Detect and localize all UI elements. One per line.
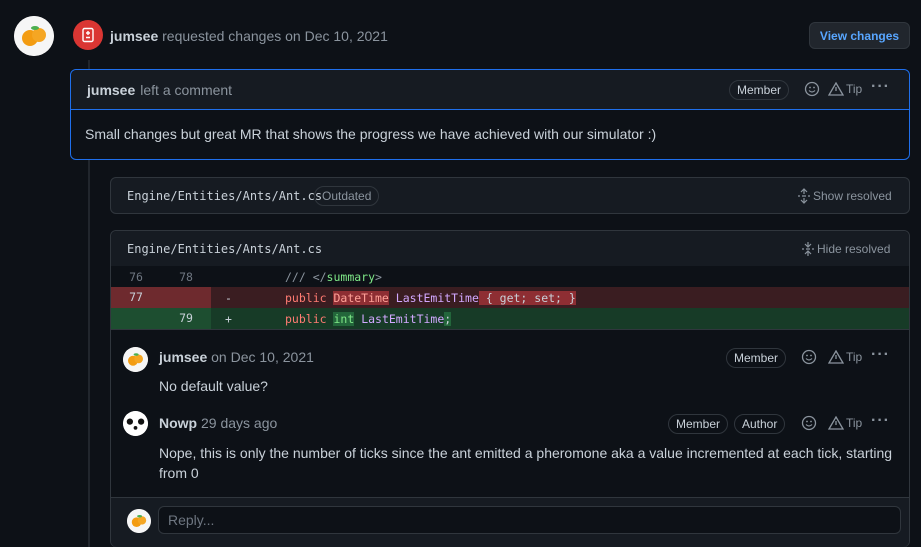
more-options-icon[interactable]: ··· [871,78,890,96]
orange-avatar-icon [14,16,54,56]
author-badge: Author [734,414,786,434]
tip-button[interactable]: Tip [828,416,862,430]
new-line-number[interactable]: 78 [161,270,211,284]
old-line-number[interactable]: 77 [111,287,161,308]
old-line-number [111,308,161,329]
member-badge: Member [726,348,787,368]
thread-comment-body: Nope, this is only the number of ticks s… [159,445,893,481]
show-resolved-label: Show resolved [813,189,892,203]
tip-icon [828,82,844,96]
tip-icon [828,350,844,364]
file-header: Engine/Entities/Ants/Ant.cs Hide resolve… [111,231,909,266]
event-date[interactable]: Dec 10, 2021 [305,28,388,44]
outdated-badge: Outdated [314,186,380,206]
thread-comment-author[interactable]: jumsee [159,349,207,365]
tip-label: Tip [846,82,863,96]
view-changes-button[interactable]: View changes [809,22,910,49]
file-box: Engine/Entities/Ants/Ant.cs Hide resolve… [110,230,910,547]
outdated-file-path[interactable]: Engine/Entities/Ants/Ant.cs [127,189,322,203]
orange-avatar-icon [127,509,151,533]
thread-comment-body: No default value? [159,378,268,394]
comment-body: Small changes but great MR that shows th… [85,126,657,142]
new-line-number [161,287,211,308]
tip-label: Tip [846,416,863,430]
event-actor[interactable]: jumsee [110,28,158,44]
fold-icon [802,242,814,256]
user-avatar[interactable] [14,16,54,56]
hide-resolved-button[interactable]: Hide resolved [801,241,890,257]
reply-input[interactable]: Reply... [158,506,901,534]
event-description: jumsee requested changes on Dec 10, 2021 [110,28,388,44]
smiley-icon[interactable] [801,415,817,431]
thread-comment-header: Nowp 29 days ago [159,415,277,431]
unfold-icon [798,188,810,204]
commenter-avatar[interactable] [123,347,148,372]
comment-author[interactable]: jumsee [87,82,135,98]
hide-resolved-label: Hide resolved [817,242,891,256]
thread-comment-meta[interactable]: 29 days ago [201,415,277,431]
more-options-icon[interactable]: ··· [871,346,890,364]
diff-sign: - [225,290,232,305]
diff-code: public DateTime LastEmitTime { get; set;… [285,290,576,305]
commenter-avatar[interactable] [123,411,148,436]
request-changes-badge [73,20,103,50]
smiley-icon[interactable] [804,81,820,97]
more-options-icon[interactable]: ··· [871,412,890,430]
comment-action: left a comment [140,81,233,98]
diff-code: public int LastEmitTime; [285,311,452,326]
member-badge: Member [668,414,729,434]
tip-icon [828,416,844,430]
show-resolved-button[interactable]: Show resolved [797,188,892,204]
tip-button[interactable]: Tip [828,82,862,96]
thread-comment-meta[interactable]: on Dec 10, 2021 [211,349,314,365]
outdated-file-box: Engine/Entities/Ants/Ant.cs Outdated Sho… [110,177,910,214]
orange-avatar-icon [123,347,148,372]
review-comment-header: jumsee left a comment Member Tip ··· [71,70,909,110]
tip-button[interactable]: Tip [828,350,862,364]
diff-line-context: 76 78 /// </summary> [111,266,909,287]
member-badge: Member [729,80,790,100]
tip-label: Tip [846,350,863,364]
diff-sign: + [225,311,232,326]
file-path[interactable]: Engine/Entities/Ants/Ant.cs [127,242,322,256]
diff-line-added: 79 + public int LastEmitTime; [111,308,909,329]
old-line-number[interactable]: 76 [111,270,161,284]
thread-comment-author[interactable]: Nowp [159,415,197,431]
review-comment: jumsee left a comment Member Tip ··· Sma… [70,69,910,160]
file-diff-icon [82,27,94,43]
event-action: requested changes on [162,28,301,44]
panda-avatar-icon [123,411,148,436]
diff-code: /// </summary> [285,269,382,284]
diff-line-deleted: 77 - public DateTime LastEmitTime { get;… [111,287,909,308]
new-line-number[interactable]: 79 [161,308,211,329]
current-user-avatar [127,509,151,533]
thread-comment-header: jumsee on Dec 10, 2021 [159,349,314,365]
smiley-icon[interactable] [801,349,817,365]
